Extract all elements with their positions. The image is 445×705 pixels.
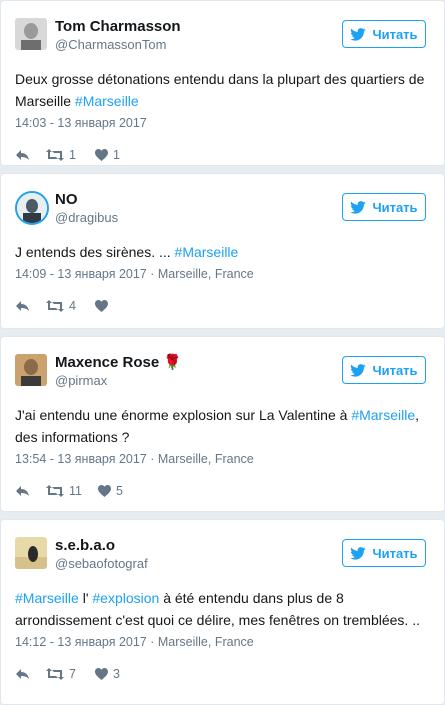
tweet-location: · Marseille, France [146,635,254,649]
hashtag-link[interactable]: #Marseille [175,244,239,260]
follow-button[interactable]: Читать [342,539,426,567]
reply-icon [16,669,29,679]
follow-button[interactable]: Читать [342,193,426,221]
avatar[interactable] [15,18,47,50]
retweet-button[interactable]: 11 [46,484,82,498]
tweet-feed: Tom Charmasson @CharmassonTom Читать Deu… [0,0,445,705]
retweet-button[interactable]: 4 [46,299,79,313]
like-count: 3 [113,667,120,681]
follow-label: Читать [372,362,418,378]
heart-icon [97,485,111,497]
follow-button[interactable]: Читать [342,356,426,384]
author-name[interactable]: s.e.b.a.o [55,537,148,555]
tweet-text: J entends des sirènes. ... #Marseille [15,241,430,263]
tweet-card: s.e.b.a.o @sebaofotograf Читать #Marseil… [0,519,445,705]
retweet-count: 7 [69,667,76,681]
tweet-header: Maxence Rose 🌹 @pirmax Читать [15,352,430,394]
reply-icon [16,486,29,496]
retweet-icon [46,485,64,497]
tweet-card: Tom Charmasson @CharmassonTom Читать Deu… [0,0,445,166]
avatar[interactable] [15,354,47,386]
tweet-text-part: J entends des sirènes. ... [15,244,175,260]
heart-icon [95,668,108,680]
author-handle[interactable]: @CharmassonTom [55,36,181,54]
twitter-bird-icon [350,363,366,377]
tweet-text: J'ai entendu une énorme explosion sur La… [15,404,430,448]
author-name[interactable]: Maxence Rose 🌹 [55,354,182,372]
tweet-actions: 11 5 [15,484,430,498]
tweet-actions: 7 3 [15,667,430,681]
twitter-bird-icon [350,546,366,560]
tweet-text-part: J'ai entendu une énorme explosion sur La… [15,407,352,423]
tweet-timestamp[interactable]: 13:54 - 13 января 2017 [15,452,147,466]
retweet-button[interactable]: 1 [46,148,79,162]
author-name[interactable]: Tom Charmasson [55,18,181,36]
tweet-card: Maxence Rose 🌹 @pirmax Читать J'ai enten… [0,336,445,512]
heart-icon [95,149,108,161]
tweet-actions: 4 [15,299,430,313]
like-button[interactable]: 5 [97,484,126,498]
rose-emoji: 🌹 [163,354,183,371]
follow-button[interactable]: Читать [342,20,426,48]
retweet-icon [46,300,64,312]
author-handle[interactable]: @sebaofotograf [55,555,148,573]
tweet-card: NO @dragibus Читать J entends des sirène… [0,173,445,329]
retweet-count: 1 [69,148,76,162]
tweet-meta: 14:09 - 13 января 2017 · Marseille, Fran… [15,265,430,283]
tweet-text: #Marseille l' #explosion à été entendu d… [15,587,430,631]
twitter-bird-icon [350,200,366,214]
tweet-timestamp[interactable]: 14:12 - 13 января 2017 [15,635,147,649]
author-names: Tom Charmasson @CharmassonTom [55,18,181,54]
tweet-header: NO @dragibus Читать [15,189,430,231]
retweet-count: 11 [69,484,82,498]
like-button[interactable]: 3 [95,667,123,681]
author-name[interactable]: NO [55,191,118,209]
tweet-location: · Marseille, France [146,267,254,281]
hashtag-link[interactable]: #Marseille [351,407,415,423]
tweet-timestamp[interactable]: 14:09 - 13 января 2017 [15,267,147,281]
tweet-actions: 1 1 [15,148,430,162]
hashtag-link[interactable]: #Marseille [75,93,139,109]
author-name-text: Maxence Rose [55,354,160,371]
retweet-icon [46,668,64,680]
tweet-location: · Marseille, France [146,452,254,466]
follow-label: Читать [372,545,418,561]
retweet-button[interactable]: 7 [46,667,79,681]
retweet-count: 4 [69,299,76,313]
reply-icon [16,150,29,160]
hashtag-link[interactable]: #Marseille [15,590,79,606]
reply-icon [16,301,29,311]
tweet-text-part: l' [78,590,93,606]
reply-button[interactable] [15,149,30,161]
tweet-header: Tom Charmasson @CharmassonTom Читать [15,16,430,58]
tweet-text: Deux grosse détonations entendu dans la … [15,68,430,112]
reply-button[interactable] [15,668,30,680]
twitter-bird-icon [350,27,366,41]
retweet-icon [46,149,64,161]
tweet-timestamp[interactable]: 14:03 - 13 января 2017 [15,116,147,130]
like-count: 5 [115,484,123,498]
tweet-meta: 14:12 - 13 января 2017 · Marseille, Fran… [15,633,430,651]
author-names: NO @dragibus [55,191,118,227]
author-names: s.e.b.a.o @sebaofotograf [55,537,148,573]
author-names: Maxence Rose 🌹 @pirmax [55,354,182,390]
tweet-meta: 14:03 - 13 января 2017 [15,114,430,132]
like-button[interactable] [95,300,123,312]
reply-button[interactable] [15,485,30,497]
heart-icon [95,300,108,312]
follow-label: Читать [372,26,418,42]
avatar[interactable] [15,191,49,225]
avatar[interactable] [15,537,47,569]
tweet-meta: 13:54 - 13 января 2017 · Marseille, Fran… [15,450,430,468]
tweet-header: s.e.b.a.o @sebaofotograf Читать [15,535,430,577]
author-handle[interactable]: @pirmax [55,372,182,390]
author-handle[interactable]: @dragibus [55,209,118,227]
follow-label: Читать [372,199,418,215]
hashtag-link[interactable]: #explosion [92,590,159,606]
like-button[interactable]: 1 [95,148,123,162]
like-count: 1 [113,148,120,162]
reply-button[interactable] [15,300,30,312]
